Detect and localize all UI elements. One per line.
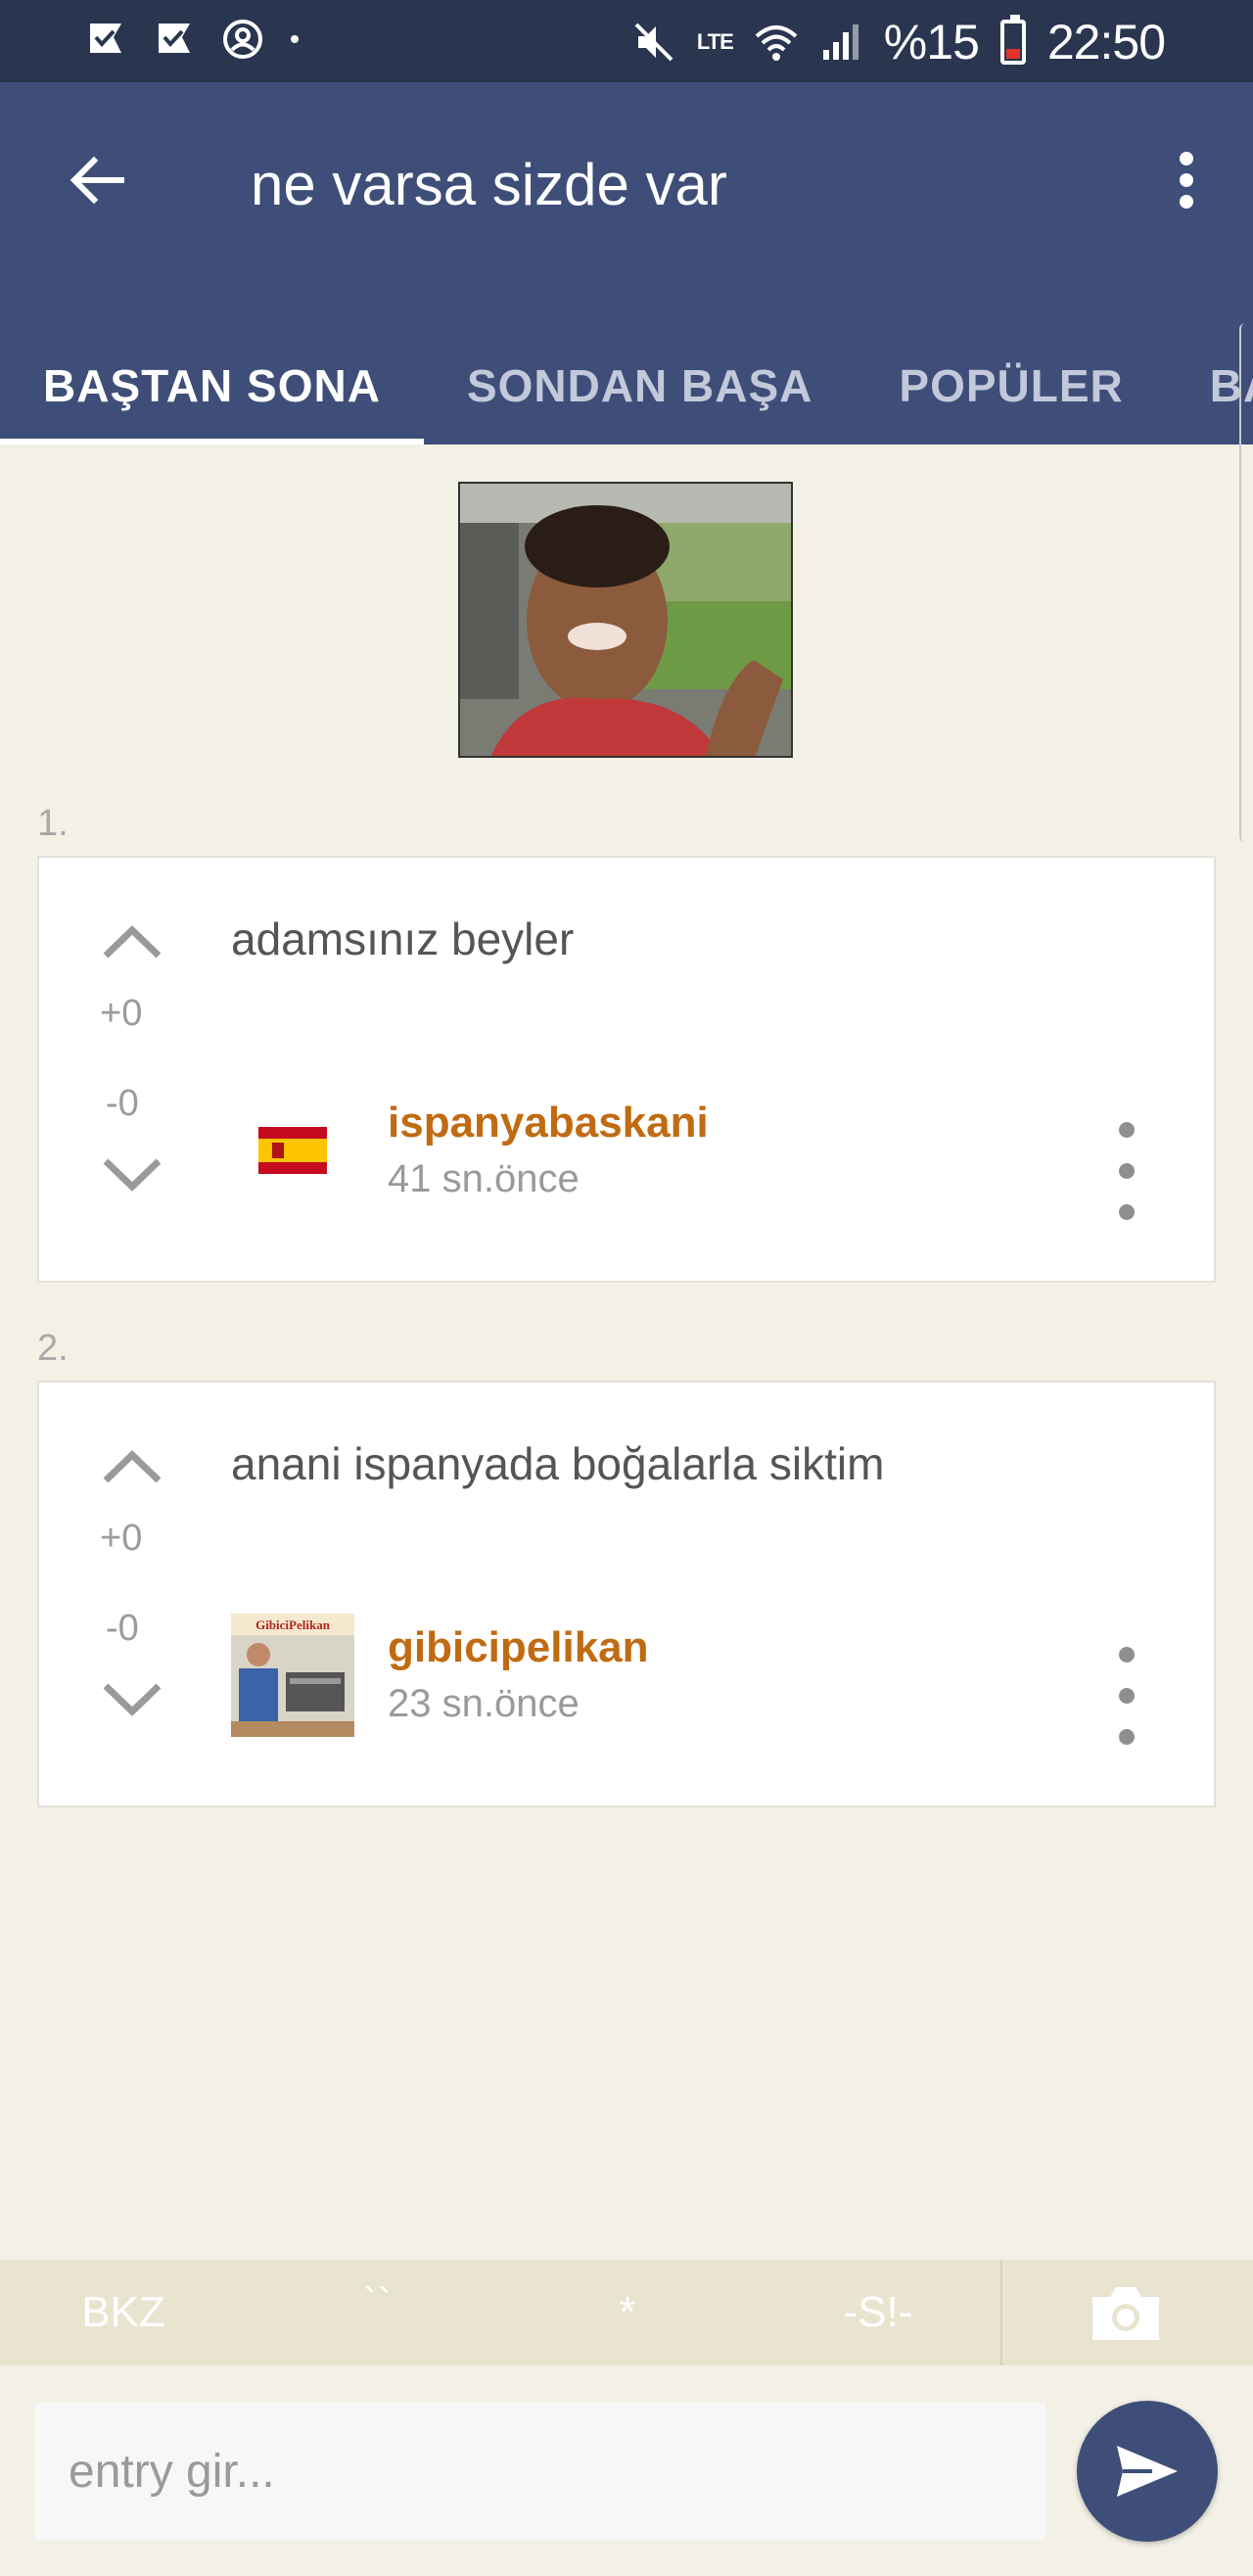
entry-text: anani ispanyada boğalarla siktim: [231, 1438, 885, 1489]
bkz-button[interactable]: BKZ: [35, 2260, 211, 2365]
dot: [1119, 1688, 1135, 1704]
page-title: ne varsa sizde var: [251, 152, 727, 217]
entry-text: adamsınız beyler: [231, 913, 575, 964]
app-bar: ne varsa sizde var BAŞTAN SONA SONDAN BA…: [0, 82, 1253, 445]
avatar[interactable]: [231, 1089, 354, 1212]
entry-time[interactable]: 41 sn.önce: [388, 1157, 580, 1201]
entry-card: +0 -0 anani ispanyada boğalarla siktim G…: [37, 1381, 1216, 1807]
downvote-icon[interactable]: [98, 1676, 166, 1725]
topic-photo: [460, 484, 791, 756]
back-button[interactable]: [59, 141, 137, 219]
downvote-icon[interactable]: [98, 1151, 166, 1200]
downvote-count: -0: [106, 1083, 139, 1124]
dot: [1119, 1163, 1135, 1179]
send-icon: [1117, 2446, 1178, 2497]
format-toolbar: BKZ `` * -S!-: [0, 2260, 1253, 2365]
downvote-count: -0: [106, 1608, 139, 1649]
backtick-button[interactable]: ``: [294, 2260, 460, 2365]
check-flag-icon: [159, 23, 190, 53]
author-link[interactable]: ispanyabaskani: [388, 1099, 709, 1147]
lte-indicator: LTE: [696, 29, 734, 54]
tab-sondan-basa[interactable]: SONDAN BAŞA: [424, 327, 856, 445]
check-flag-icon: [90, 23, 121, 53]
entry-menu-button[interactable]: [1112, 1647, 1141, 1745]
spoiler-button[interactable]: -S!-: [795, 2260, 961, 2365]
upvote-count: +0: [100, 1518, 143, 1559]
wifi-icon: [755, 25, 798, 61]
clock: 22:50: [1046, 15, 1166, 70]
avatar-logo-text: GibiciPelikan: [255, 1617, 331, 1632]
mute-icon: [634, 23, 673, 62]
system-icons: LTE %15 22:50: [632, 14, 1166, 70]
battery-percent: %15: [883, 15, 980, 70]
tab-bar: BAŞTAN SONA SONDAN BAŞA POPÜLER BAŞ: [0, 327, 1253, 445]
dot: [1119, 1647, 1135, 1663]
tab-populer[interactable]: POPÜLER: [856, 327, 1166, 445]
entry-number: 1.: [37, 803, 69, 844]
author-link[interactable]: gibicipelikan: [388, 1623, 649, 1672]
entry-menu-button[interactable]: [1112, 1122, 1141, 1220]
dot-icon: [291, 35, 299, 43]
signal-icon: [822, 24, 859, 60]
tab-bastan-sona[interactable]: BAŞTAN SONA: [0, 327, 424, 445]
entry-number: 2.: [37, 1328, 69, 1369]
battery-icon: [999, 15, 1026, 65]
scrollbar[interactable]: [1239, 323, 1253, 842]
upvote-icon[interactable]: [98, 916, 166, 965]
dot: [1119, 1204, 1135, 1220]
upvote-count: +0: [100, 993, 143, 1034]
topic-image[interactable]: [458, 482, 793, 758]
avatar[interactable]: GibiciPelikan: [231, 1614, 354, 1737]
spain-flag-icon: [258, 1127, 327, 1174]
divider: [1000, 2260, 1002, 2365]
composer: [0, 2365, 1253, 2576]
notification-icons: [84, 18, 300, 61]
author-avatar-image: GibiciPelikan: [231, 1614, 354, 1737]
status-bar: LTE %15 22:50: [0, 0, 1253, 82]
camera-icon[interactable]: [1089, 2281, 1163, 2344]
account-circle-icon: [223, 20, 262, 59]
send-button[interactable]: [1077, 2401, 1218, 2542]
dot: [1119, 1729, 1135, 1745]
entry-time[interactable]: 23 sn.önce: [388, 1682, 580, 1726]
entry-input[interactable]: [35, 2403, 1045, 2540]
overflow-menu-button[interactable]: [1147, 141, 1226, 219]
upvote-icon[interactable]: [98, 1441, 166, 1490]
star-button[interactable]: *: [544, 2260, 711, 2365]
more-vertical-icon: [1180, 152, 1193, 209]
arrow-left-icon: [70, 156, 124, 205]
dot: [1119, 1122, 1135, 1138]
entry-card: +0 -0 adamsınız beyler ispanyabaskani 41…: [37, 856, 1216, 1283]
